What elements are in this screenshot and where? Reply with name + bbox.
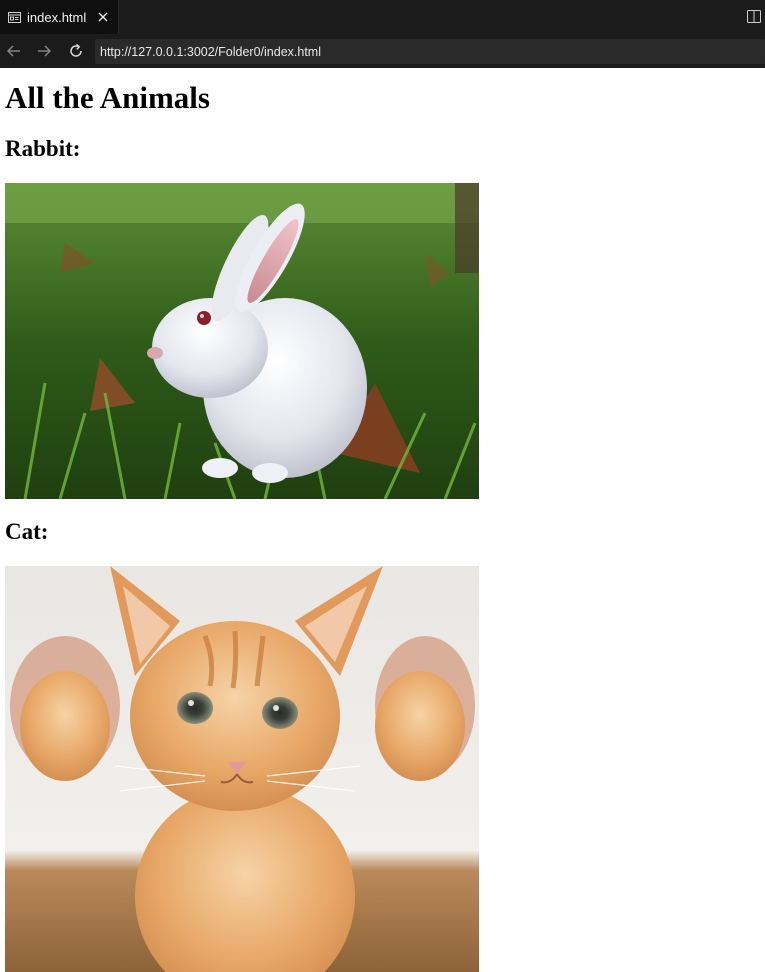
- section-heading-rabbit: Rabbit:: [5, 136, 81, 161]
- reload-icon[interactable]: [60, 34, 92, 68]
- page-content: All the Animals Rabbit: Cat:: [0, 68, 765, 972]
- close-icon[interactable]: [96, 10, 109, 24]
- cat-image: [5, 566, 479, 972]
- tab-title: index.html: [27, 9, 87, 25]
- url-field[interactable]: http://127.0.0.1:3002/Folder0/index.html: [95, 39, 765, 64]
- navigation-bar: http://127.0.0.1:3002/Folder0/index.html: [0, 34, 765, 68]
- back-arrow-icon[interactable]: [0, 34, 28, 68]
- page-icon: [8, 10, 21, 24]
- section-heading-cat: Cat:: [5, 519, 49, 544]
- tab-bar: index.html: [0, 0, 765, 34]
- page-title: All the Animals: [5, 80, 210, 115]
- split-view-icon[interactable]: [745, 7, 763, 25]
- forward-arrow-icon[interactable]: [28, 34, 60, 68]
- rabbit-image: [5, 183, 479, 499]
- tab-index-html[interactable]: index.html: [0, 0, 119, 34]
